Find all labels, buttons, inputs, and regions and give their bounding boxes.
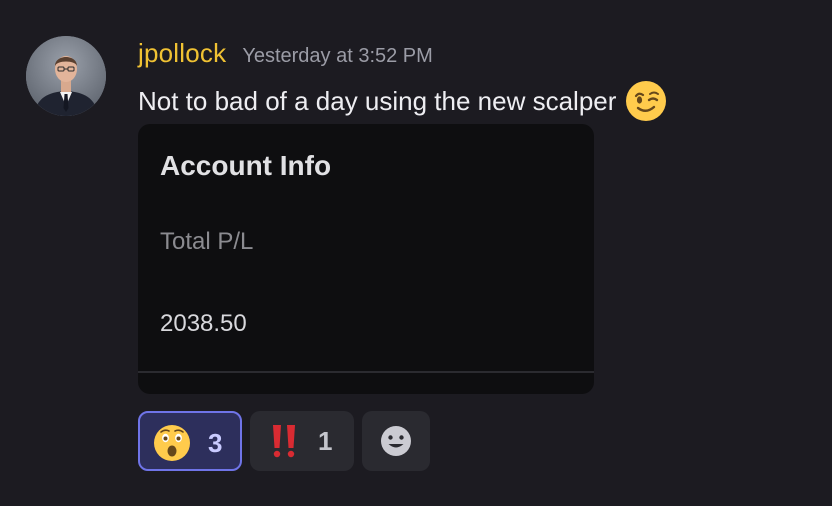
embed-title: Account Info (160, 150, 332, 181)
embed-field-name: Total P/L (160, 228, 254, 255)
message-header: jpollock Yesterday at 3:52 PM (138, 38, 433, 72)
add-reaction-smiley-icon (381, 426, 411, 456)
message-content: Not to bad of a day using the new scalpe… (138, 79, 668, 123)
avatar[interactable] (26, 36, 106, 116)
astonished-face-icon (154, 425, 190, 461)
timestamp: Yesterday at 3:52 PM (242, 45, 433, 67)
embed-field-value: 2038.50 (160, 310, 247, 337)
reaction-count: 1 (318, 426, 333, 456)
winking-face-icon (626, 81, 667, 121)
reaction-count: 3 (208, 428, 223, 458)
reaction-astonished[interactable]: 3 (138, 411, 242, 471)
message-text: Not to bad of a day using the new scalpe… (138, 85, 617, 116)
reaction-double-exclamation[interactable]: 1 (250, 411, 354, 471)
embed-divider (138, 371, 594, 373)
add-reaction-button[interactable] (362, 411, 430, 471)
double-exclamation-icon (273, 425, 295, 458)
username[interactable]: jpollock (138, 38, 226, 69)
chat-message: jpollock Yesterday at 3:52 PM Not to bad… (0, 0, 832, 506)
avatar-portrait-icon (26, 36, 106, 116)
embed-card: Account Info Total P/L 2038.50 (138, 124, 594, 394)
